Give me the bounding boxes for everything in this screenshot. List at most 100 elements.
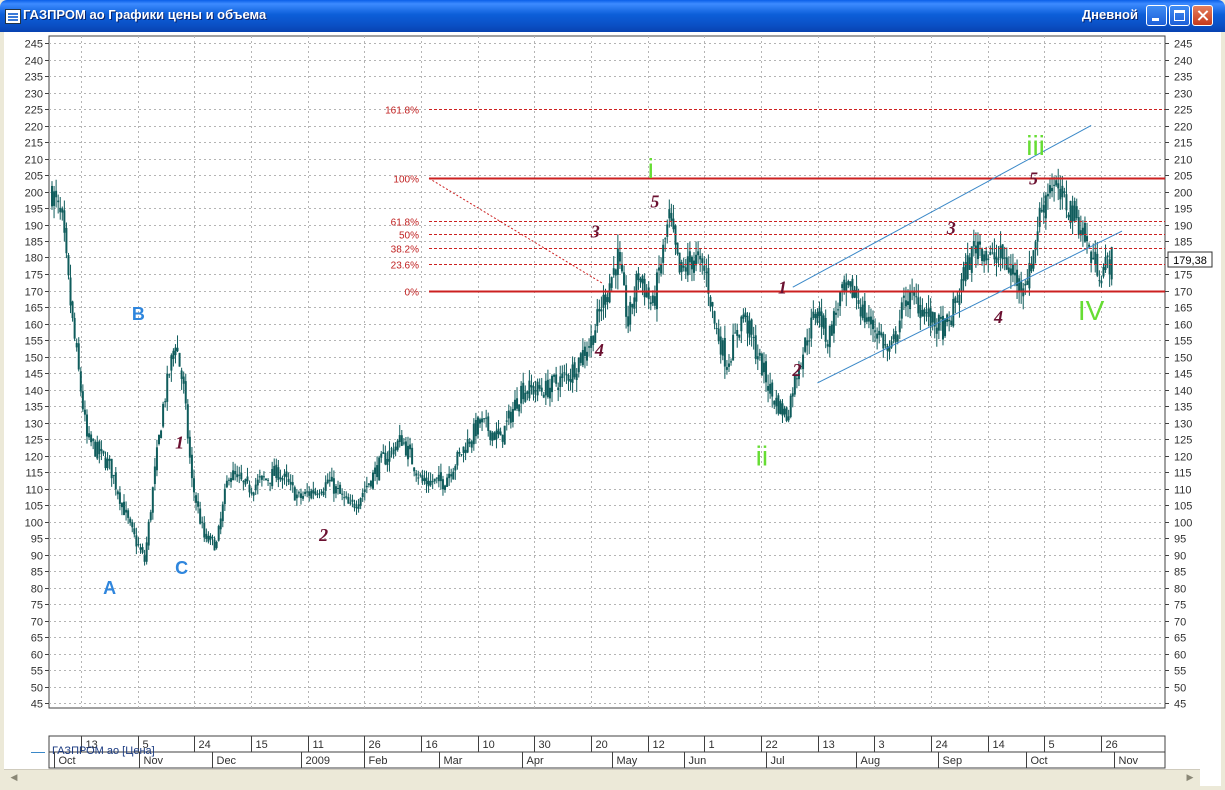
scroll-right-arrow-icon[interactable]: ▶: [1183, 771, 1197, 784]
last-price-label: 179,38: [1173, 255, 1207, 267]
y-tick-left: 200: [25, 188, 43, 200]
maximize-button[interactable]: [1169, 5, 1190, 26]
candle-body: [738, 334, 741, 338]
candle-body: [837, 309, 840, 311]
candle-body: [240, 472, 243, 480]
y-tick-right: 235: [1174, 72, 1192, 84]
candle-body: [1075, 206, 1078, 219]
candle-body: [190, 454, 193, 479]
candle-body: [672, 218, 675, 230]
candle-body: [1003, 257, 1006, 259]
candle-body: [71, 301, 74, 319]
y-tick-left: 240: [25, 56, 43, 68]
candle-body: [904, 300, 907, 307]
candle-body: [328, 479, 331, 482]
title-bar[interactable]: ГАЗПРОМ ао Графики цены и объема Дневной: [0, 0, 1225, 32]
candle-body: [1059, 188, 1062, 200]
candle-body: [532, 386, 535, 395]
candle-body: [1088, 244, 1091, 247]
candle-body: [98, 441, 101, 455]
candle-body: [1053, 184, 1056, 186]
candle-body: [380, 453, 383, 458]
candle-body: [834, 312, 837, 315]
candle-body: [637, 273, 640, 281]
scroll-left-arrow-icon[interactable]: ◀: [7, 771, 21, 784]
y-tick-right: 145: [1174, 369, 1192, 381]
candle-body: [1092, 257, 1095, 260]
y-tick-right: 165: [1174, 303, 1192, 315]
candle-body: [742, 314, 745, 319]
horizontal-scrollbar[interactable]: ◀ ▶: [4, 769, 1200, 786]
candle-body: [740, 316, 743, 332]
y-tick-left: 90: [31, 551, 43, 563]
candle-body: [690, 256, 693, 270]
candle-body: [176, 347, 179, 352]
candle-body: [734, 332, 737, 334]
candle-body: [503, 425, 506, 445]
candle-body: [129, 518, 132, 523]
wave-label: A: [103, 578, 116, 598]
candle-body: [114, 472, 117, 490]
y-tick-right: 150: [1174, 353, 1192, 365]
candle-body: [950, 320, 953, 325]
candle-body: [804, 337, 807, 352]
price-chart[interactable]: 45 4550 5055 5560 6065 6570 7075 7580 8085 8590 90…: [4, 32, 1221, 769]
y-tick-right: 195: [1174, 204, 1192, 216]
candle-body: [81, 391, 84, 410]
candle-body: [773, 400, 776, 405]
candle-body: [322, 491, 325, 496]
candle-body: [561, 373, 564, 379]
candle-body: [921, 309, 924, 317]
fib-level-label: 161.8%: [385, 106, 419, 117]
candle-body: [376, 465, 379, 478]
close-button[interactable]: [1192, 5, 1213, 26]
candle-body: [631, 304, 634, 308]
candle-body: [841, 284, 844, 289]
candle-body: [343, 497, 346, 499]
x-month-tick: Sep: [943, 755, 963, 767]
candle-body: [954, 297, 957, 304]
candle-body: [390, 448, 393, 450]
candle-body: [758, 352, 761, 356]
candle-body: [398, 435, 401, 443]
candle-body: [590, 336, 593, 348]
candle-body: [133, 528, 136, 535]
candle-body: [760, 353, 763, 376]
candle-body: [544, 380, 547, 396]
minimize-button[interactable]: [1146, 5, 1167, 26]
candle-body: [880, 332, 883, 336]
candle-body: [666, 224, 669, 237]
wave-label: IV: [1078, 295, 1105, 326]
candle-body: [400, 435, 403, 446]
candle-body: [452, 471, 455, 480]
y-tick-left: 105: [25, 501, 43, 513]
y-tick-right: 155: [1174, 336, 1192, 348]
candle-body: [421, 475, 424, 482]
candle-body: [588, 346, 591, 348]
candle-body: [935, 327, 938, 334]
candle-body: [697, 251, 700, 256]
wave-label: iii: [1026, 130, 1045, 161]
candle-body: [830, 324, 833, 336]
candle-body: [108, 458, 111, 461]
candle-body: [923, 309, 926, 317]
candle-body: [839, 291, 842, 307]
candle-body: [192, 478, 195, 493]
candle-body: [1044, 195, 1047, 219]
candle-body: [326, 479, 329, 484]
candle-body: [283, 473, 286, 477]
candle-body: [686, 256, 689, 276]
candle-body: [291, 482, 294, 486]
candle-body: [160, 430, 163, 439]
candle-body: [151, 487, 154, 513]
candle-body: [446, 477, 449, 487]
candle-body: [1094, 251, 1097, 265]
candle-body: [505, 420, 508, 422]
candle-body: [618, 252, 621, 262]
candle-body: [137, 544, 140, 546]
candle-body: [569, 379, 572, 382]
fib-level-label: 38.2%: [391, 245, 419, 256]
candle-body: [703, 265, 706, 271]
candle-body: [707, 267, 710, 294]
candle-body: [88, 433, 91, 438]
